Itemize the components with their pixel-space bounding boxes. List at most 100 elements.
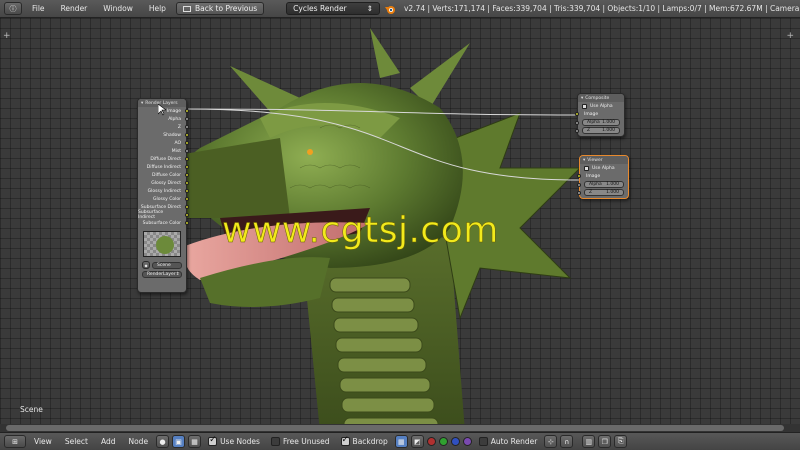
- output-socket-row[interactable]: Diffuse Color: [138, 171, 189, 179]
- render-layer-select[interactable]: RenderLayer ⇕: [142, 271, 182, 278]
- alpha-channel-icon[interactable]: [462, 437, 472, 446]
- socket-icon[interactable]: [185, 213, 189, 217]
- menu-node[interactable]: Node: [123, 437, 153, 446]
- plus-icon[interactable]: +: [786, 31, 794, 41]
- output-socket-row[interactable]: Glossy Color: [138, 195, 189, 203]
- render-layers-node[interactable]: ▾ Render Layers Image Alpha Z Shadow AO …: [137, 98, 189, 293]
- output-socket-row[interactable]: Shadow: [138, 131, 189, 139]
- socket-icon[interactable]: [575, 112, 579, 116]
- socket-icon[interactable]: [575, 129, 579, 133]
- collapse-arrow-icon[interactable]: ▾: [583, 158, 585, 163]
- output-socket-row[interactable]: Diffuse Direct: [138, 155, 189, 163]
- channels-rgb-alpha-icon[interactable]: ▦: [394, 435, 408, 448]
- output-socket-row[interactable]: Glossy Direct: [138, 179, 189, 187]
- output-socket-row[interactable]: Z: [138, 123, 189, 131]
- output-socket-row[interactable]: Mist: [138, 147, 189, 155]
- socket-icon[interactable]: [577, 183, 581, 187]
- horizontal-scrollbar[interactable]: [0, 424, 800, 432]
- use-alpha-label: Use Alpha: [592, 165, 615, 171]
- checkbox-icon[interactable]: [270, 437, 280, 446]
- z-field[interactable]: Z 1.000: [577, 189, 624, 196]
- scene-field[interactable]: Scene: [152, 261, 182, 269]
- checkbox-icon[interactable]: [582, 103, 587, 109]
- node-editor[interactable]: ▾ Render Layers Image Alpha Z Shadow AO …: [0, 18, 800, 432]
- socket-icon[interactable]: [185, 221, 189, 225]
- scene-browse-icon[interactable]: ◆: [142, 261, 150, 269]
- free-unused-toggle[interactable]: Free Unused: [270, 437, 330, 446]
- use-nodes-toggle[interactable]: Use Nodes: [208, 435, 260, 446]
- menu-file[interactable]: File: [26, 4, 51, 13]
- checkbox-icon[interactable]: [584, 165, 589, 171]
- editor-type-icon[interactable]: ⓘ: [4, 2, 22, 15]
- output-socket-row[interactable]: Subsurface Indirect: [138, 210, 189, 220]
- socket-icon[interactable]: [185, 189, 189, 193]
- paste-icon[interactable]: ⎘: [614, 435, 628, 448]
- node-header[interactable]: ▾ Composite: [578, 94, 624, 102]
- socket-icon[interactable]: [577, 174, 581, 178]
- socket-label: Shadow: [163, 132, 181, 138]
- menu-render[interactable]: Render: [55, 4, 94, 13]
- socket-icon[interactable]: [185, 165, 189, 169]
- socket-icon[interactable]: [185, 117, 189, 121]
- socket-icon[interactable]: [185, 109, 189, 113]
- socket-icon[interactable]: [185, 197, 189, 201]
- socket-icon[interactable]: [185, 125, 189, 129]
- socket-label: Image: [584, 111, 599, 117]
- z-field[interactable]: Z 1.000: [575, 127, 620, 134]
- blue-channel-icon[interactable]: [450, 437, 460, 446]
- backdrop-toggle[interactable]: Backdrop: [340, 435, 388, 446]
- red-channel-icon[interactable]: [426, 437, 436, 446]
- socket-icon[interactable]: [575, 121, 579, 125]
- alpha-field[interactable]: Alpha 1.000: [575, 119, 620, 126]
- input-socket-row[interactable]: Image: [577, 172, 628, 180]
- copy-icon[interactable]: ❐: [598, 435, 612, 448]
- node-editor-type-icon[interactable]: ⊞: [4, 435, 26, 448]
- alpha-field[interactable]: Alpha 1.000: [577, 181, 624, 188]
- output-socket-row[interactable]: Subsurface Color: [138, 219, 189, 227]
- input-socket-row[interactable]: Image: [575, 110, 624, 118]
- auto-render-toggle[interactable]: Auto Render: [478, 437, 538, 446]
- output-socket-row[interactable]: AO: [138, 139, 189, 147]
- snap-icon[interactable]: ⊹: [544, 435, 558, 448]
- compositing-tree-icon[interactable]: ▣: [172, 435, 186, 448]
- socket-icon[interactable]: [185, 181, 189, 185]
- channels-rgb-icon[interactable]: ◩: [410, 435, 424, 448]
- socket-icon[interactable]: [185, 205, 189, 209]
- menu-select[interactable]: Select: [60, 437, 93, 446]
- collapse-arrow-icon[interactable]: ▾: [141, 101, 143, 106]
- socket-icon[interactable]: [185, 157, 189, 161]
- menu-help[interactable]: Help: [143, 4, 172, 13]
- viewer-node[interactable]: ▾ Viewer Use Alpha Image Alpha 1.000 Z 1.0…: [577, 155, 629, 199]
- magnet-icon[interactable]: ∩: [560, 435, 574, 448]
- socket-icon[interactable]: [577, 191, 581, 195]
- blender-logo-icon: [384, 3, 396, 15]
- snap-element-icon[interactable]: ▥: [582, 435, 596, 448]
- output-socket-row[interactable]: Alpha: [138, 115, 189, 123]
- socket-label: Mist: [171, 148, 181, 154]
- scrollbar-thumb[interactable]: [6, 425, 784, 431]
- socket-icon[interactable]: [185, 133, 189, 137]
- menu-add[interactable]: Add: [96, 437, 121, 446]
- green-channel-icon[interactable]: [438, 437, 448, 446]
- menu-view[interactable]: View: [29, 437, 57, 446]
- socket-icon[interactable]: [185, 173, 189, 177]
- node-header[interactable]: ▾ Viewer: [580, 156, 628, 164]
- plus-icon[interactable]: +: [3, 31, 11, 41]
- composite-node[interactable]: ▾ Composite Use Alpha Image Alpha 1.000 Z…: [575, 93, 625, 137]
- checkbox-icon[interactable]: [478, 437, 488, 446]
- back-to-previous-button[interactable]: Back to Previous: [175, 2, 265, 15]
- shader-tree-icon[interactable]: ●: [156, 435, 170, 448]
- output-socket-row[interactable]: Diffuse Indirect: [138, 163, 189, 171]
- checkbox-icon[interactable]: [340, 435, 350, 446]
- render-engine-select[interactable]: Cycles Render ⇕: [286, 2, 380, 15]
- texture-tree-icon[interactable]: ▦: [188, 435, 202, 448]
- menu-window[interactable]: Window: [97, 4, 139, 13]
- socket-icon[interactable]: [185, 141, 189, 145]
- output-socket-row[interactable]: Glossy Indirect: [138, 187, 189, 195]
- socket-icon[interactable]: [185, 149, 189, 153]
- use-alpha-checkbox[interactable]: Use Alpha: [578, 102, 624, 110]
- auto-render-label: Auto Render: [490, 437, 538, 446]
- use-alpha-checkbox[interactable]: Use Alpha: [580, 164, 628, 172]
- checkbox-icon[interactable]: [208, 435, 218, 446]
- collapse-arrow-icon[interactable]: ▾: [581, 96, 583, 101]
